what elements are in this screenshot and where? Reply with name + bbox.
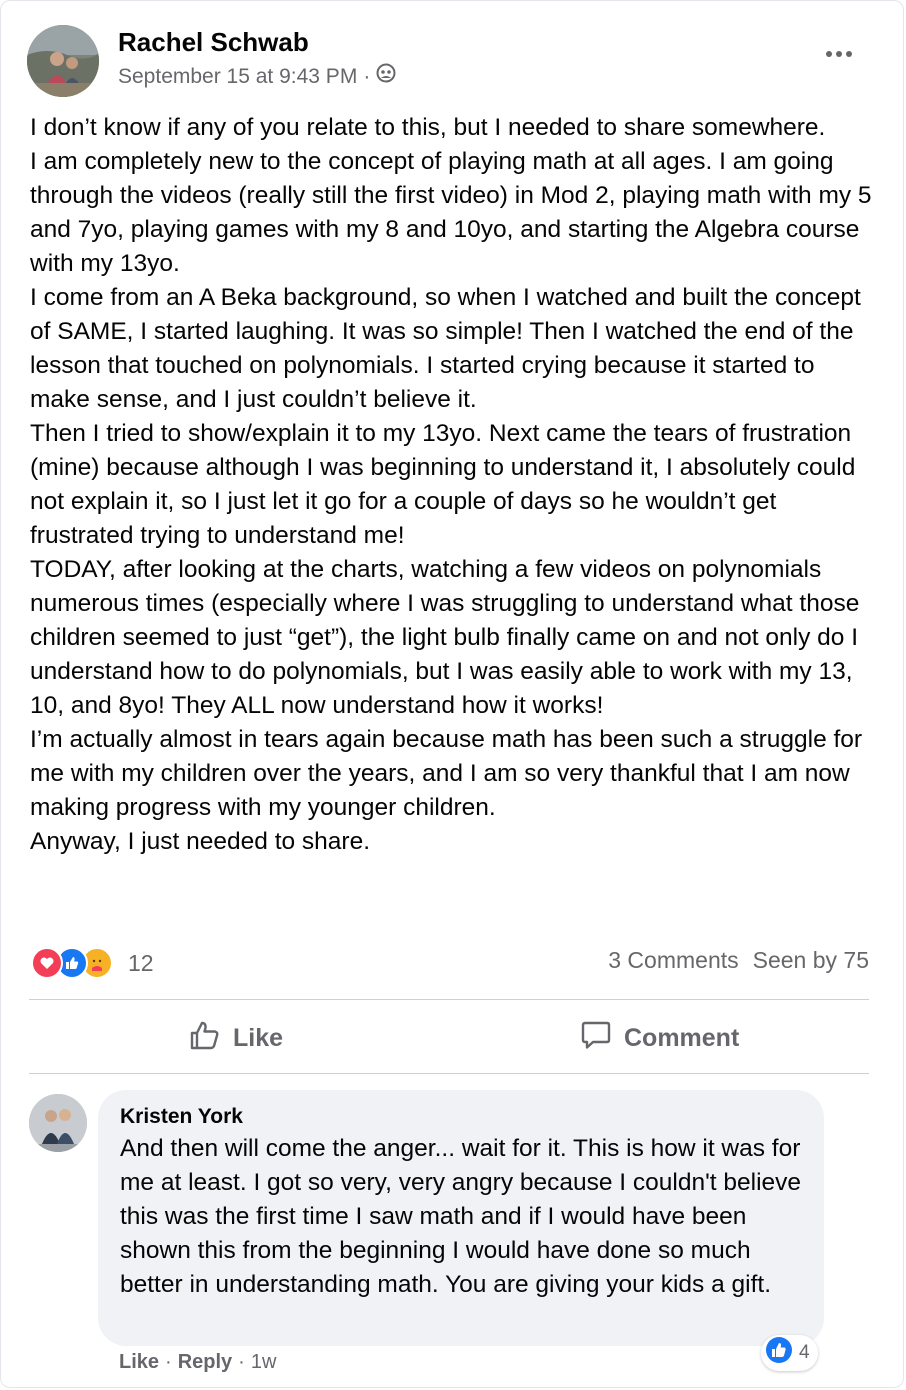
comment-button-label: Comment: [624, 1023, 740, 1052]
like-thumb-icon: [189, 1019, 221, 1058]
like-reaction-icon: [765, 1336, 793, 1370]
comment-bubble-icon: [580, 1019, 612, 1058]
post-paragraph: Then I tried to show/explain it to my 13…: [30, 420, 856, 549]
comment-actions: Like · Reply · 1w: [119, 1351, 276, 1374]
post-timestamp[interactable]: September 15 at 9:43 PM: [118, 64, 357, 90]
comment-text: And then will come the anger... wait for…: [120, 1135, 802, 1298]
comment-age[interactable]: 1w: [251, 1351, 277, 1374]
reactions-summary[interactable]: 12: [31, 945, 154, 981]
post-body: I don’t know if any of you relate to thi…: [30, 111, 880, 859]
group-audience-icon: [376, 63, 396, 90]
commenter-avatar[interactable]: [29, 1094, 87, 1152]
comment-reaction-count: 4: [799, 1342, 810, 1363]
comment-reply-link[interactable]: Reply: [178, 1351, 232, 1374]
comment-action-separator: ·: [165, 1351, 172, 1373]
seen-by-link[interactable]: Seen by 75: [753, 947, 869, 974]
like-button-label: Like: [233, 1023, 284, 1052]
author-avatar-photo: [27, 25, 99, 97]
comment-button[interactable]: Comment: [580, 1013, 739, 1063]
like-button[interactable]: Like: [189, 1013, 283, 1063]
post-paragraph: I’m actually almost in tears again becau…: [30, 726, 863, 821]
author-name[interactable]: Rachel Schwab: [118, 27, 309, 57]
love-reaction-icon: [31, 947, 63, 979]
post-card: Rachel Schwab September 15 at 9:43 PM · …: [0, 0, 904, 1388]
post-paragraph: Anyway, I just needed to share.: [30, 828, 371, 855]
comment-action-separator: ·: [238, 1351, 245, 1373]
more-options-icon[interactable]: [821, 39, 857, 69]
commenter-name[interactable]: Kristen York: [120, 1104, 802, 1130]
comment-bubble: Kristen York And then will come the ange…: [98, 1090, 824, 1346]
post-paragraph: I am completely new to the concept of pl…: [30, 148, 872, 277]
post-paragraph: I come from an A Beka background, so whe…: [30, 284, 861, 413]
comment-like-link[interactable]: Like: [119, 1351, 159, 1374]
reaction-count[interactable]: 12: [128, 950, 154, 977]
author-avatar[interactable]: [27, 25, 99, 97]
post-paragraph: TODAY, after looking at the charts, watc…: [30, 556, 860, 719]
post-stats: 3 Comments Seen by 75: [608, 947, 869, 974]
post-meta: September 15 at 9:43 PM ·: [118, 63, 396, 90]
post-paragraph: I don’t know if any of you relate to thi…: [30, 114, 826, 141]
commenter-avatar-photo: [29, 1094, 87, 1152]
comments-count-link[interactable]: 3 Comments: [608, 947, 738, 974]
divider: [29, 999, 869, 1000]
meta-separator: ·: [363, 64, 371, 88]
comment-reactions[interactable]: 4: [761, 1335, 818, 1371]
divider: [29, 1073, 869, 1074]
